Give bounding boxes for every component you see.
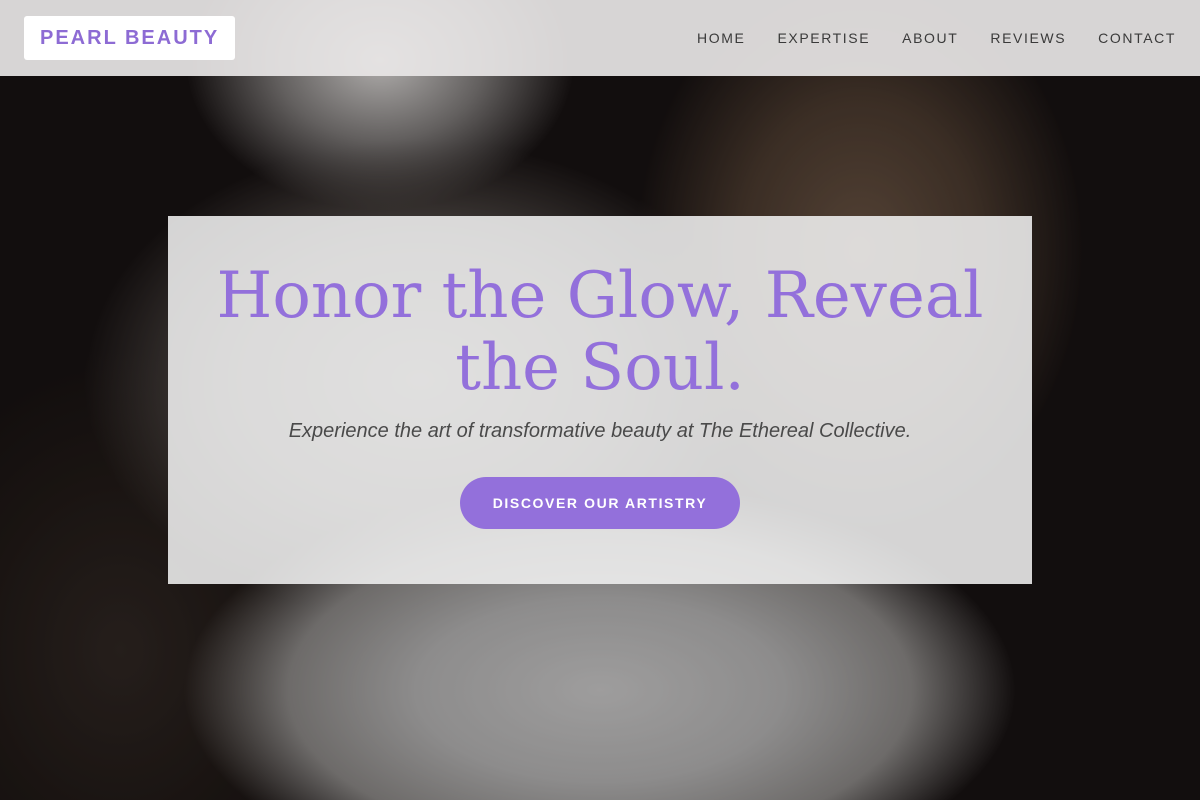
brand-logo[interactable]: PEARL BEAUTY bbox=[24, 16, 236, 60]
discover-artistry-button[interactable]: DISCOVER OUR ARTISTRY bbox=[460, 477, 740, 529]
nav-link-home[interactable]: HOME bbox=[697, 30, 745, 46]
hero-card: Honor the Glow, Reveal the Soul. Experie… bbox=[168, 216, 1032, 584]
main-nav: HOME EXPERTISE ABOUT REVIEWS CONTACT bbox=[697, 30, 1176, 46]
nav-link-reviews[interactable]: REVIEWS bbox=[990, 30, 1066, 46]
nav-link-contact[interactable]: CONTACT bbox=[1098, 30, 1176, 46]
hero-title: Honor the Glow, Reveal the Soul. bbox=[216, 259, 984, 405]
hero-subtitle: Experience the art of transformative bea… bbox=[288, 420, 912, 442]
top-navigation-bar: PEARL BEAUTY HOME EXPERTISE ABOUT REVIEW… bbox=[0, 0, 1200, 76]
nav-link-about[interactable]: ABOUT bbox=[902, 30, 958, 46]
nav-link-expertise[interactable]: EXPERTISE bbox=[777, 30, 870, 46]
